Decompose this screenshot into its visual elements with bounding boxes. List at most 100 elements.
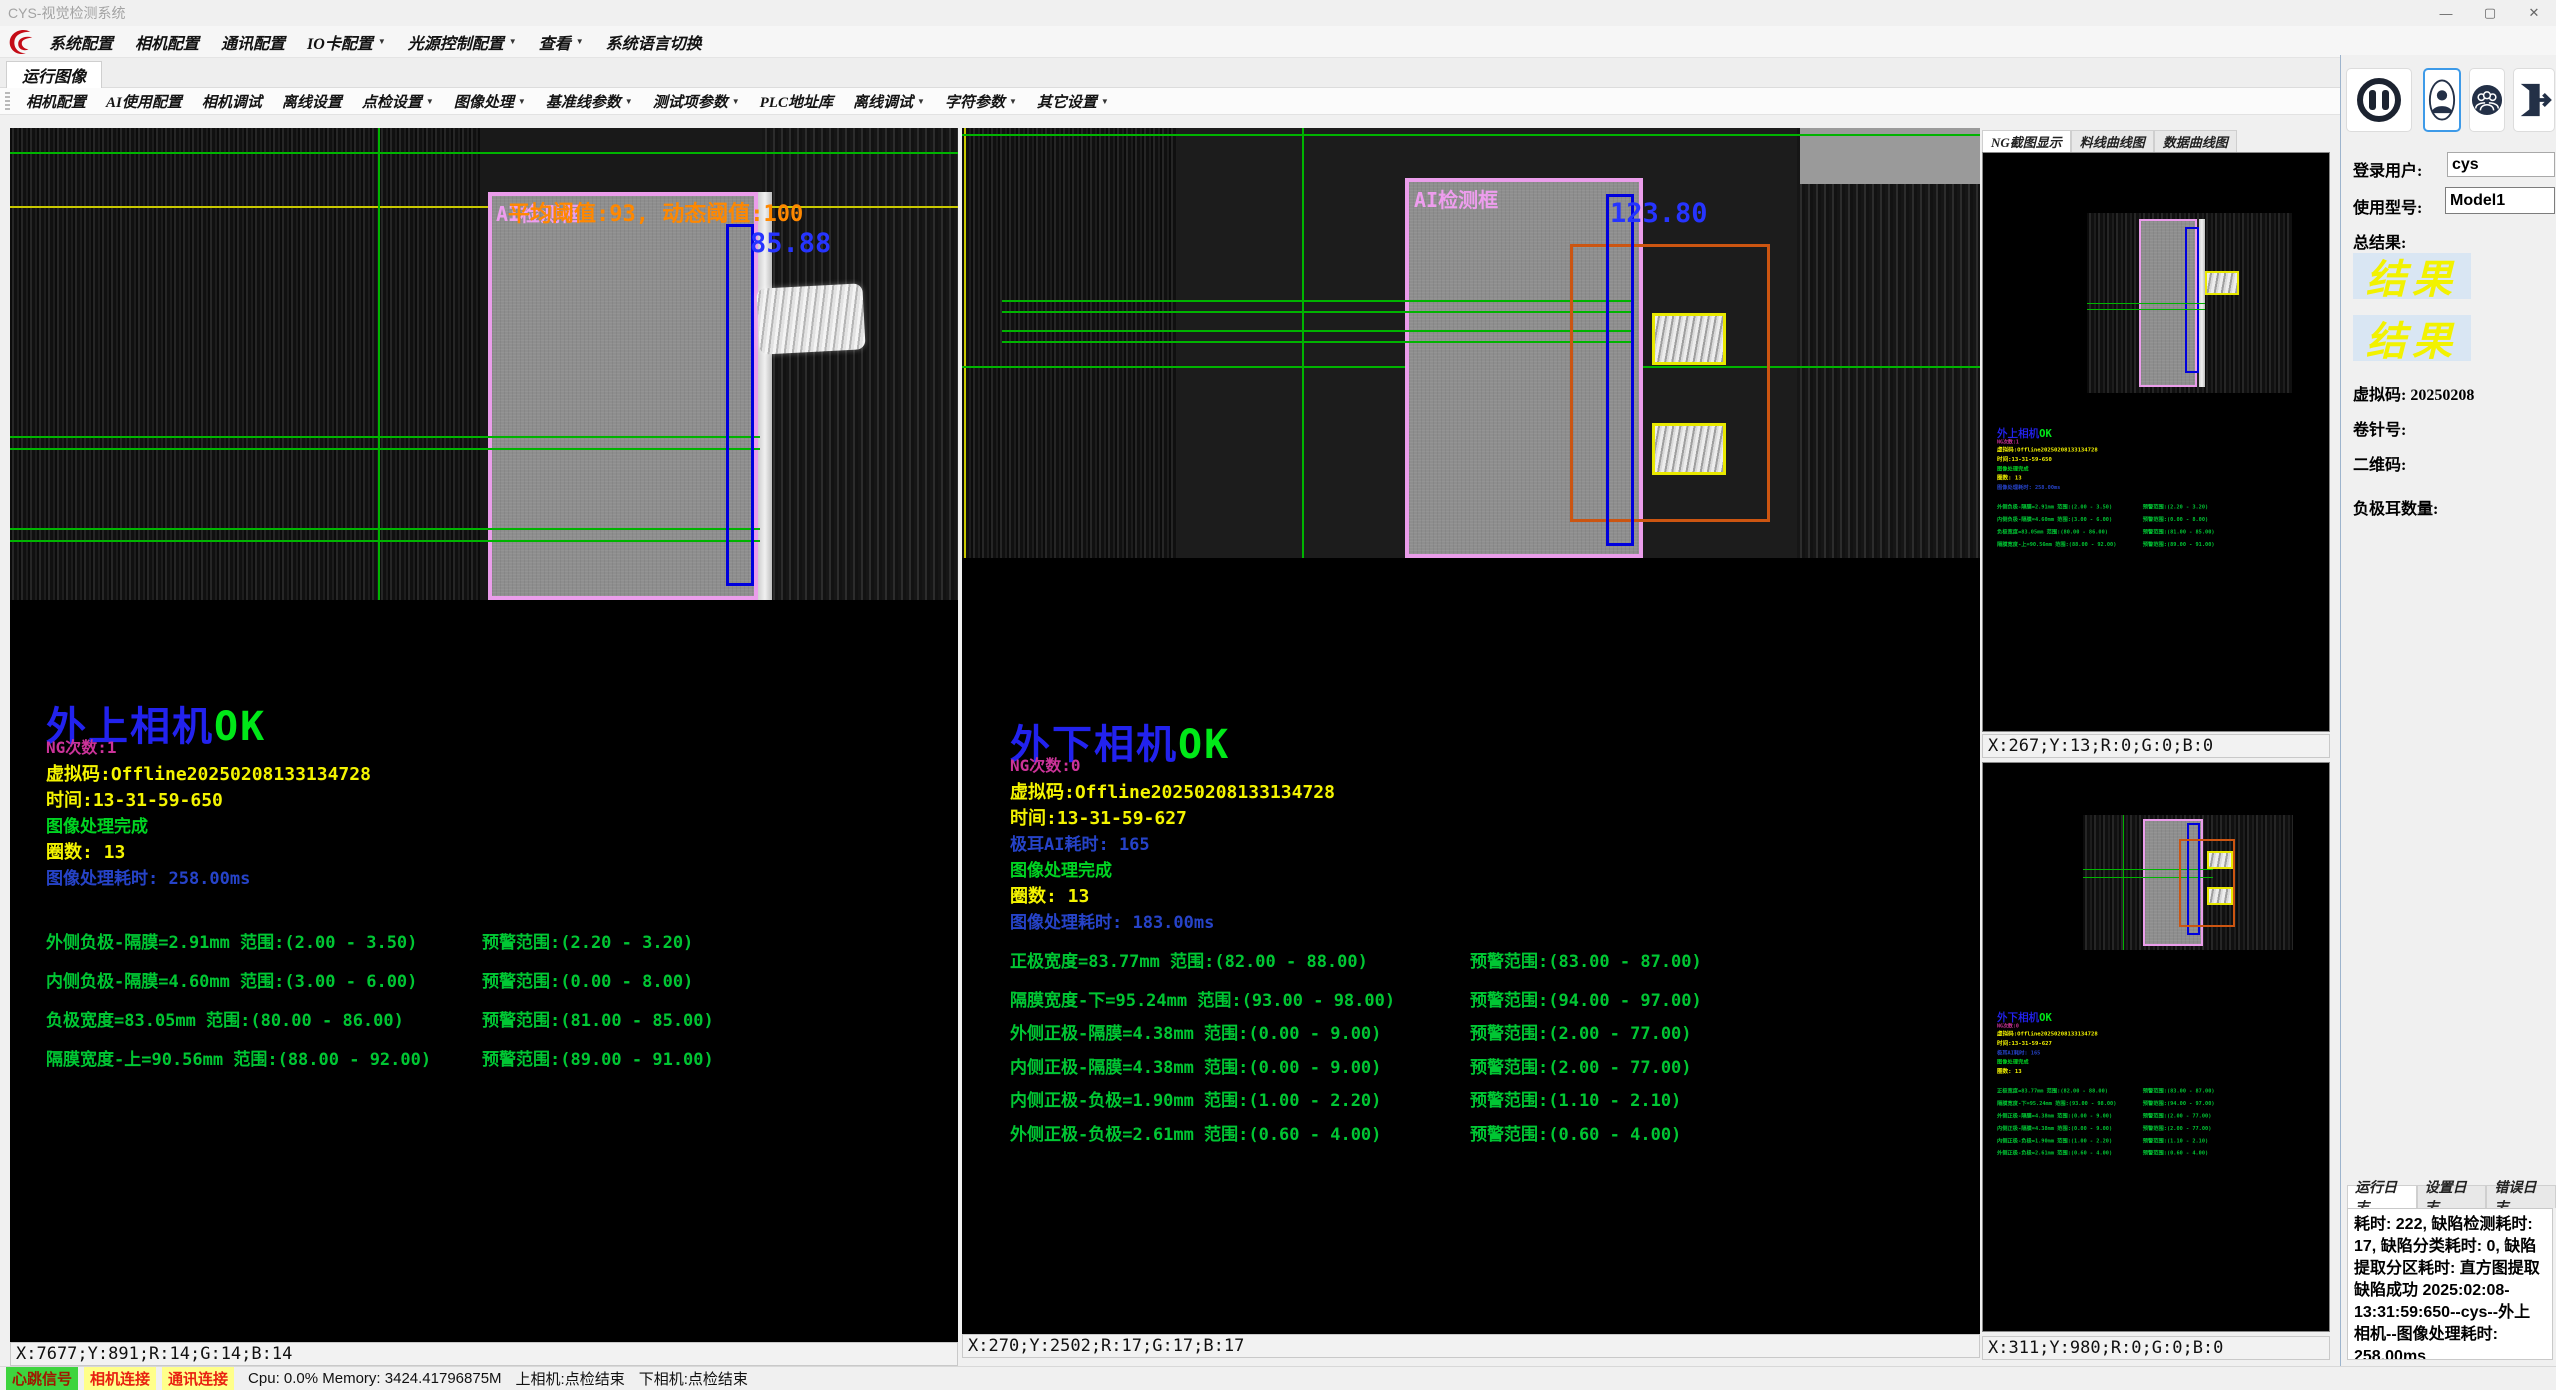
tab-ng-capture[interactable]: NG截图显示 bbox=[1982, 130, 2071, 152]
lower-camera-status: 下相机:点检结束 bbox=[639, 1368, 748, 1389]
toolbar-grip-handle[interactable] bbox=[5, 92, 10, 110]
virtual-code: 虚拟码:Offline20250208133134728 bbox=[1010, 778, 1335, 804]
tab-detection-box bbox=[2207, 851, 2233, 869]
tab-setting-log[interactable]: 设置日志 bbox=[2417, 1185, 2487, 1208]
maximize-icon[interactable]: ▢ bbox=[2468, 0, 2512, 26]
tool-camera-config[interactable]: 相机配置 bbox=[16, 89, 96, 114]
measurement-warning: 预警范围:(81.00 - 85.00) bbox=[2143, 527, 2215, 535]
overlay-guide-line bbox=[962, 134, 1980, 136]
model-input[interactable] bbox=[2445, 187, 2555, 214]
tool-label: 其它设置 bbox=[1037, 91, 1097, 112]
minimize-icon[interactable]: — bbox=[2424, 0, 2468, 26]
menu-language-switch[interactable]: 系统语言切换 bbox=[595, 28, 713, 56]
measurement-warning: 预警范围:(89.00 - 91.00) bbox=[2143, 540, 2215, 548]
ng-count: NG次数:1 bbox=[46, 734, 117, 758]
tab-run-log[interactable]: 运行日志 bbox=[2347, 1185, 2417, 1208]
measurement-warning: 预警范围:(81.00 - 85.00) bbox=[482, 1006, 714, 1031]
users-button[interactable] bbox=[2469, 68, 2505, 132]
chevron-down-icon: ▼ bbox=[1009, 97, 1017, 106]
tool-test-item-params[interactable]: 测试项参数▼ bbox=[643, 89, 750, 114]
tool-image-processing[interactable]: 图像处理▼ bbox=[444, 89, 536, 114]
user-button[interactable] bbox=[2423, 68, 2461, 132]
tool-plc-address-lib[interactable]: PLC地址库 bbox=[750, 89, 843, 114]
capture-time: 时间:13-31-59-650 bbox=[46, 786, 223, 812]
camera-view-left[interactable]: AI检测框 平均阈值:93, 动态阈值:100 85.88 外上相机OK NG次… bbox=[10, 128, 958, 1342]
ai-elapsed: 极耳AI耗时: 165 bbox=[1997, 1048, 2040, 1056]
camera-image-bright-region bbox=[1800, 128, 1980, 184]
measurement-text: 隔膜宽度-下=95.24mm 范围:(93.00 - 98.00) bbox=[1010, 986, 1395, 1011]
loop-count: 圈数: 13 bbox=[1997, 473, 2022, 481]
exit-button[interactable] bbox=[2513, 68, 2555, 132]
pixel-coords-thumb1: X:267;Y:13;R:0;G:0;B:0 bbox=[1982, 734, 2330, 758]
chevron-down-icon: ▼ bbox=[378, 37, 386, 46]
menu-comm-config[interactable]: 通讯配置 bbox=[210, 28, 296, 56]
measurement-text: 内侧正极-隔膜=4.38mm 范围:(0.00 - 9.00) bbox=[1997, 1124, 2112, 1132]
comm-connection-badge: 通讯连接 bbox=[162, 1367, 234, 1390]
measurement-warning: 预警范围:(2.00 - 77.00) bbox=[1470, 1019, 1692, 1044]
overlay-guide-line-yellow bbox=[10, 206, 958, 208]
virtual-code: 虚拟码:Offline20250208133134728 bbox=[1997, 445, 2098, 453]
processing-elapsed: 图像处理耗时: 183.00ms bbox=[1010, 908, 1214, 933]
heartbeat-status-badge: 心跳信号 bbox=[6, 1367, 78, 1390]
measurement-text: 外侧正极-负极=2.61mm 范围:(0.60 - 4.00) bbox=[1997, 1149, 2112, 1157]
tool-label: 点检设置 bbox=[362, 91, 422, 112]
app-window: CYS-视觉检测系统 — ▢ ✕ 系统配置 相机配置 通讯配置 IO卡配置▼ 光… bbox=[0, 0, 2556, 1390]
tool-label: 相机调试 bbox=[202, 91, 262, 112]
menu-light-control-config[interactable]: 光源控制配置▼ bbox=[397, 28, 528, 56]
measurement-text: 外侧正极-负极=2.61mm 范围:(0.60 - 4.00) bbox=[1010, 1120, 1381, 1145]
measurement-warning: 预警范围:(1.10 - 2.10) bbox=[1470, 1086, 1681, 1111]
tab-detection-box bbox=[2205, 271, 2239, 295]
tool-label: AI使用配置 bbox=[106, 91, 182, 112]
thumbnail-upper-camera[interactable]: 外上相机OK NG次数:1 虚拟码:Offline202502081331347… bbox=[1982, 152, 2330, 732]
login-user-label: 登录用户: bbox=[2353, 157, 2422, 181]
menu-label: 光源控制配置 bbox=[408, 30, 504, 54]
loop-count: 圈数: 13 bbox=[46, 838, 125, 864]
measurement-text: 隔膜宽度-上=90.56mm 范围:(88.00 - 92.00) bbox=[1997, 540, 2116, 548]
tool-other-settings[interactable]: 其它设置▼ bbox=[1027, 89, 1119, 114]
tool-camera-debug[interactable]: 相机调试 bbox=[192, 89, 272, 114]
users-icon bbox=[2471, 84, 2503, 116]
tool-offline-debug[interactable]: 离线调试▼ bbox=[843, 89, 935, 114]
tab-detection-box bbox=[1652, 313, 1726, 365]
upper-camera-status: 上相机:点检结束 bbox=[516, 1368, 625, 1389]
menu-label: 系统配置 bbox=[49, 30, 113, 54]
processing-done: 图像处理完成 bbox=[1997, 464, 2029, 472]
capture-time: 时间:13-31-59-627 bbox=[1010, 804, 1187, 830]
menu-system-config[interactable]: 系统配置 bbox=[38, 28, 124, 56]
measurement-warning: 预警范围:(2.20 - 3.20) bbox=[482, 928, 693, 953]
menu-io-card-config[interactable]: IO卡配置▼ bbox=[296, 28, 397, 56]
tool-offline-setting[interactable]: 离线设置 bbox=[272, 89, 352, 114]
login-user-input[interactable] bbox=[2447, 152, 2555, 177]
measurement-text: 外侧正极-隔膜=4.38mm 范围:(0.00 - 9.00) bbox=[1010, 1019, 1381, 1044]
log-content[interactable]: 耗时: 222, 缺陷检测耗时: 17, 缺陷分类耗时: 0, 缺陷提取分区耗时… bbox=[2347, 1208, 2553, 1360]
tool-baseline-params[interactable]: 基准线参数▼ bbox=[536, 89, 643, 114]
close-icon[interactable]: ✕ bbox=[2512, 0, 2556, 26]
measurement-text: 内侧正极-隔膜=4.38mm 范围:(0.00 - 9.00) bbox=[1010, 1053, 1381, 1078]
processing-elapsed: 图像处理耗时: 258.00ms bbox=[1997, 483, 2060, 491]
camera-status: OK bbox=[1178, 722, 1230, 768]
thumbnail-lower-camera[interactable]: 外下相机OK NG次数:0 虚拟码:Offline202502081331347… bbox=[1982, 762, 2330, 1332]
log-tabs: 运行日志 设置日志 错误日志 bbox=[2347, 1185, 2556, 1208]
menu-label: 查看 bbox=[539, 30, 571, 54]
menu-view[interactable]: 查看▼ bbox=[528, 28, 595, 56]
tab-detection-box bbox=[1652, 423, 1726, 475]
ng-view-panel: NG截图显示 料线曲线图 数据曲线图 外上相机OK NG次数:1 虚拟码:Off… bbox=[1982, 130, 2332, 1360]
tab-error-log[interactable]: 错误日志 bbox=[2486, 1185, 2556, 1208]
pause-button[interactable] bbox=[2346, 68, 2412, 132]
tab-material-curve[interactable]: 料线曲线图 bbox=[2071, 130, 2154, 152]
overlay-guide-line bbox=[1002, 341, 1634, 343]
tool-ai-use-config[interactable]: AI使用配置 bbox=[96, 89, 192, 114]
result-indicator-2: 结果 bbox=[2353, 315, 2471, 361]
camera-view-right[interactable]: AI检测框 123.80 外下相机OK NG次数:0 虚拟码:Offline20… bbox=[962, 128, 1980, 1334]
chevron-down-icon: ▼ bbox=[426, 97, 434, 106]
tool-char-params[interactable]: 字符参数▼ bbox=[935, 89, 1027, 114]
tab-run-image[interactable]: 运行图像 bbox=[6, 61, 102, 88]
tab-data-curve[interactable]: 数据曲线图 bbox=[2154, 130, 2237, 152]
tool-label: 离线设置 bbox=[282, 91, 342, 112]
measurement-warning: 预警范围:(0.60 - 4.00) bbox=[2143, 1149, 2209, 1157]
menu-camera-config[interactable]: 相机配置 bbox=[124, 28, 210, 56]
app-logo-icon bbox=[4, 27, 38, 57]
tool-spot-check-setting[interactable]: 点检设置 ▼ bbox=[352, 89, 444, 114]
tool-label: 相机配置 bbox=[26, 91, 86, 112]
camera-status: OK bbox=[2039, 1011, 2052, 1023]
